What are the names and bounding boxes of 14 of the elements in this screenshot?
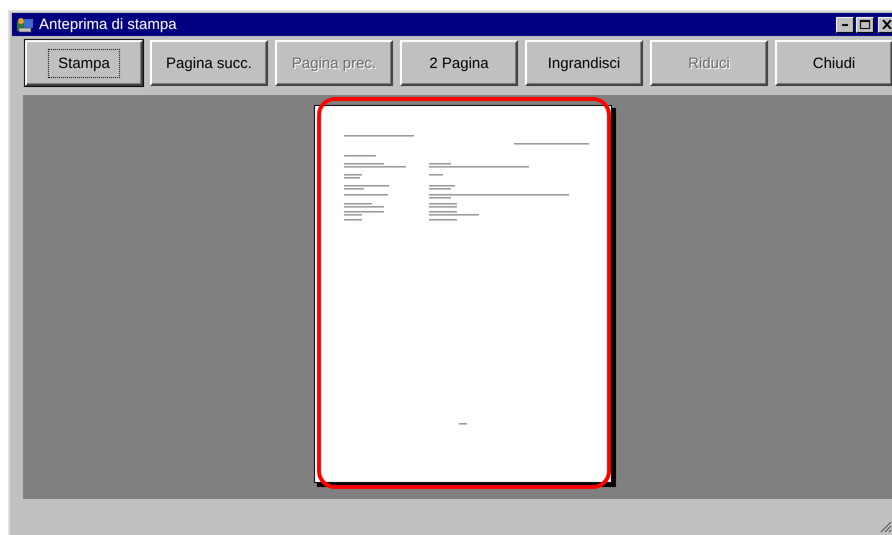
- toolbar-button[interactable]: Chiudi: [775, 40, 892, 86]
- toolbar-button[interactable]: Stampa: [25, 40, 143, 86]
- resize-grip: [880, 521, 892, 533]
- close-icon: [882, 20, 892, 29]
- toolbar-button[interactable]: 2 Pagina: [400, 40, 518, 86]
- maximize-button[interactable]: [856, 16, 874, 32]
- maximize-icon: [860, 20, 870, 29]
- toolbar-button[interactable]: Pagina succ.: [150, 40, 268, 86]
- app-icon: [15, 16, 35, 34]
- toolbar-button[interactable]: Ingrandisci: [525, 40, 643, 86]
- minimize-button[interactable]: [836, 16, 854, 32]
- window-title: Anteprima di stampa: [39, 16, 177, 33]
- minimize-icon: [842, 24, 848, 26]
- close-button[interactable]: [878, 16, 892, 32]
